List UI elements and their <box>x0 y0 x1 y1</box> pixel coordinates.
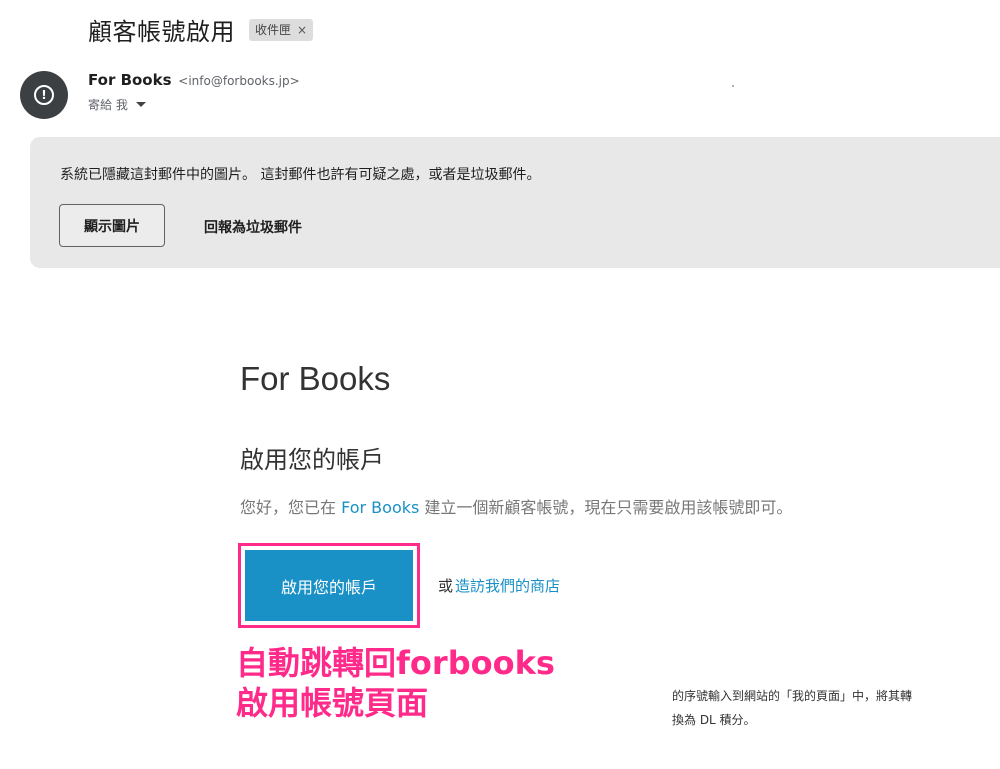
sender-avatar[interactable]: ! <box>20 71 68 119</box>
cta-highlight-box: 啟用您的帳戶 <box>238 543 420 628</box>
inbox-label: 收件匣 <box>255 23 292 37</box>
body-text-post: 建立一個新顧客帳號，現在只需要啟用該帳號即可。 <box>419 498 793 517</box>
recipient-row: 寄給 我 <box>88 96 146 113</box>
details-chevron-down-icon[interactable] <box>135 102 146 107</box>
email-subject: 顧客帳號啟用 <box>88 18 235 46</box>
sender-line: For Books <info@forbooks.jp> <box>88 71 300 89</box>
inbox-label-chip[interactable]: 收件匣 × <box>249 18 314 41</box>
background-note: 的序號輸入到網站的「我的頁面」中，將其轉 換為 DL 積分。 <box>672 684 972 732</box>
annotation-line-1: 自動跳轉回forbooks <box>236 644 555 682</box>
stray-dot <box>732 85 734 87</box>
or-text: 或 <box>438 577 454 595</box>
remove-label-icon[interactable]: × <box>297 23 307 37</box>
subject-row: 顧客帳號啟用 收件匣 × <box>88 12 314 47</box>
sender-address: <info@forbooks.jp> <box>178 74 300 88</box>
background-note-line-1: 的序號輸入到網站的「我的頁面」中，將其轉 <box>672 689 913 703</box>
body-text-pre: 您好，您已在 <box>240 498 342 517</box>
annotation-callout: 自動跳轉回forbooks 啟用帳號頁面 <box>236 643 555 723</box>
background-note-line-2: 換為 DL 積分。 <box>672 713 756 727</box>
sender-name[interactable]: For Books <box>88 71 172 89</box>
report-spam-button[interactable]: 回報為垃圾郵件 <box>204 217 302 237</box>
store-brand: For Books <box>240 360 391 397</box>
activate-account-button[interactable]: 啟用您的帳戶 <box>245 550 413 621</box>
show-images-button[interactable]: 顯示圖片 <box>59 204 165 247</box>
brand-link[interactable]: For Books <box>341 498 419 517</box>
recipient-text: 寄給 我 <box>88 98 128 112</box>
annotation-line-2: 啟用帳號頁面 <box>236 684 429 722</box>
warning-text: 系統已隱藏這封郵件中的圖片。 這封郵件也許有可疑之處，或者是垃圾郵件。 <box>60 167 541 183</box>
visit-shop-link[interactable]: 造訪我們的商店 <box>455 577 560 595</box>
or-visit-row: 或造訪我們的商店 <box>438 575 560 596</box>
alert-icon: ! <box>34 85 54 105</box>
activate-heading: 啟用您的帳戶 <box>240 446 384 474</box>
body-paragraph: 您好，您已在 For Books 建立一個新顧客帳號，現在只需要啟用該帳號即可。 <box>240 494 792 518</box>
image-warning-banner: 系統已隱藏這封郵件中的圖片。 這封郵件也許有可疑之處，或者是垃圾郵件。 顯示圖片… <box>30 137 1000 268</box>
